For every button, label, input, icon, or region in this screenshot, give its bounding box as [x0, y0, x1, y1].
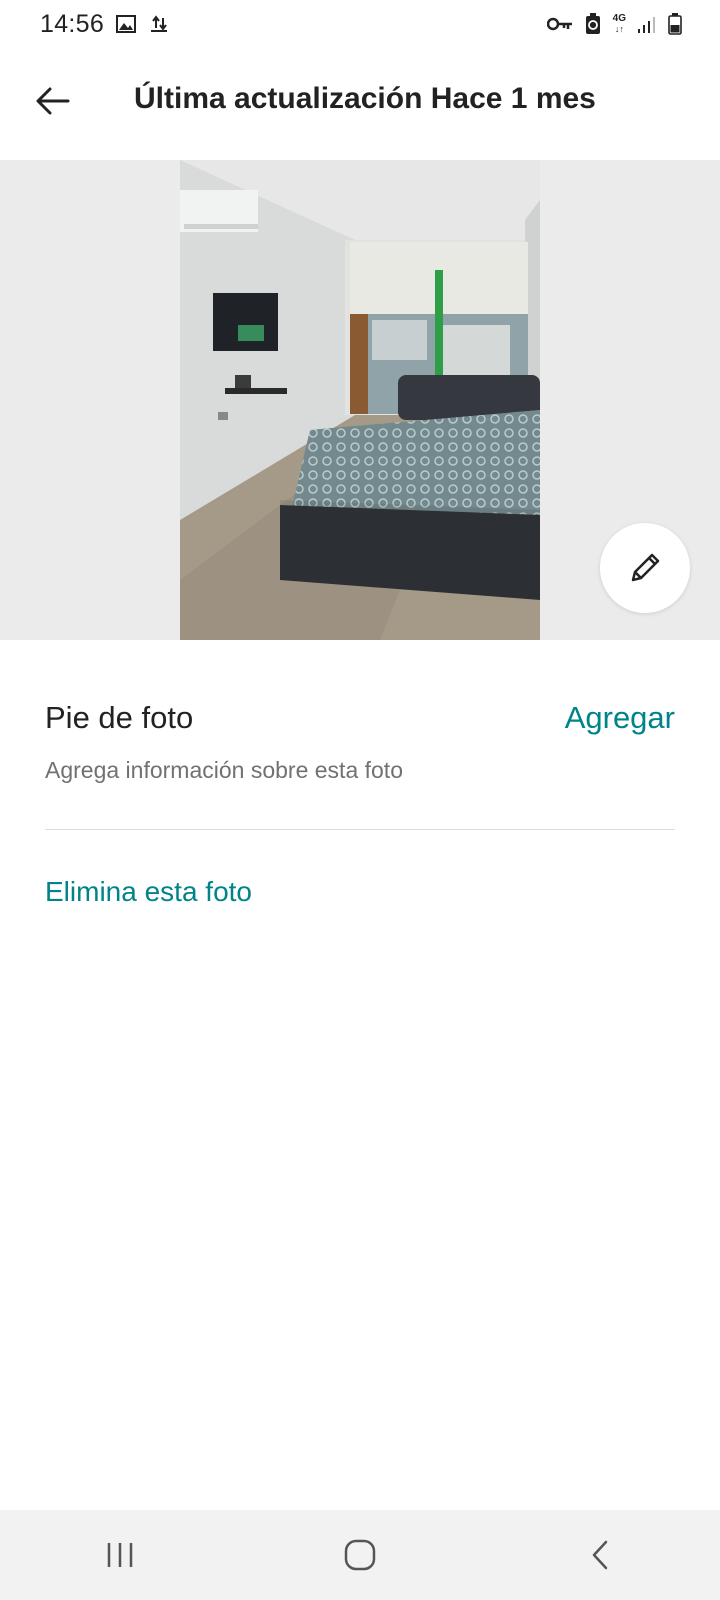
home-icon: [344, 1539, 376, 1571]
system-nav-bar: [0, 1510, 720, 1600]
delete-photo-button[interactable]: Elimina esta foto: [45, 876, 252, 908]
page-title: Última actualización Hace 1 mes: [134, 82, 596, 115]
status-right: 4G ↓↑: [546, 13, 682, 35]
battery-saver-icon: [585, 13, 601, 35]
pencil-icon: [631, 553, 660, 582]
recent-apps-button[interactable]: [80, 1525, 160, 1585]
arrow-left-icon: [36, 87, 70, 115]
nav-back-button[interactable]: [560, 1525, 640, 1585]
edit-photo-button[interactable]: [600, 523, 690, 613]
app-bar: Última actualización Hace 1 mes: [0, 48, 720, 160]
caption-section: Pie de foto Agregar Agrega información s…: [45, 690, 675, 800]
status-left: 14:56: [40, 10, 170, 39]
back-button[interactable]: [28, 76, 78, 126]
recent-apps-icon: [107, 1543, 133, 1567]
caption-title: Pie de foto: [45, 700, 194, 735]
network-4g-icon: 4G ↓↑: [612, 13, 626, 35]
gallery-icon: [116, 15, 137, 33]
room-photo[interactable]: [180, 160, 540, 640]
data-arrows: ↓↑: [614, 24, 624, 34]
caption-subtitle: Agrega información sobre esta foto: [45, 757, 403, 783]
room-photo-image: [180, 160, 540, 640]
add-caption-button[interactable]: Agregar: [565, 700, 675, 736]
home-button[interactable]: [320, 1525, 400, 1585]
upload-icon: [148, 14, 170, 34]
signal-icon: [638, 15, 656, 33]
key-icon: [546, 17, 573, 31]
status-bar: 14:56 4G ↓↑: [0, 0, 720, 48]
network-label: 4G: [612, 13, 626, 24]
battery-icon: [668, 13, 682, 35]
divider: [45, 829, 675, 830]
back-icon: [592, 1540, 608, 1570]
photo-area: [0, 160, 720, 640]
status-time: 14:56: [40, 9, 105, 38]
